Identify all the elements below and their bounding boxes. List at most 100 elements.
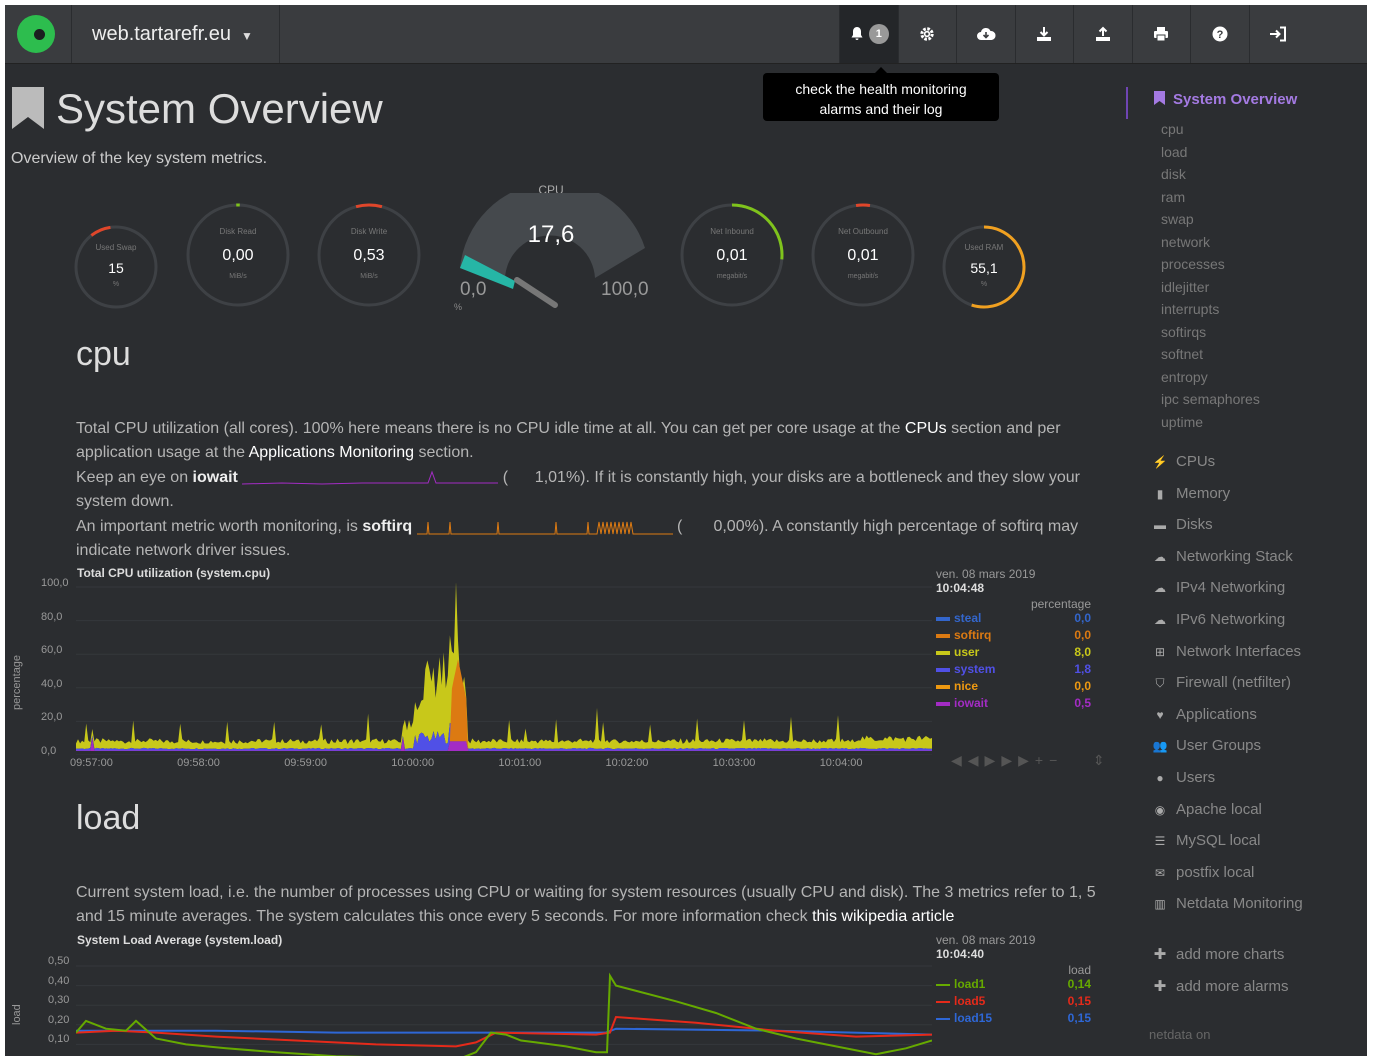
hostname-dropdown[interactable]: web.tartarefr.eu ▼ [71,5,280,63]
applications-link[interactable]: Applications Monitoring [249,444,414,461]
zoom-in-icon[interactable]: + [1035,752,1049,768]
load-chart[interactable] [76,945,932,1056]
cloud-icon: ☁ [1154,581,1166,596]
legend-item-steal[interactable]: steal 0,0 [936,611,1091,628]
settings-button[interactable] [897,5,957,63]
sidebar-subitem-swap[interactable]: swap [1161,211,1194,227]
sidebar-item-cpus[interactable]: ⚡ CPUs [1152,453,1216,470]
legend-item-load1[interactable]: load1 0,14 [936,977,1091,994]
sidebar-subitem-load[interactable]: load [1161,144,1187,160]
legend-name: load15 [954,1011,993,1025]
legend-item-user[interactable]: user 8,0 [936,645,1091,662]
x-tick-label: 09:59:00 [284,757,328,769]
legend-value: 0,0 [1074,611,1091,625]
sidebar-subitem-ipc-semaphores[interactable]: ipc semaphores [1161,391,1260,407]
sign-in-button[interactable] [1248,5,1308,63]
x-tick-label: 10:04:00 [819,757,863,769]
sidebar-subitem-interrupts[interactable]: interrupts [1161,301,1219,317]
sidebar-item-label: CPUs [1176,453,1216,470]
sidebar-item-networking-stack[interactable]: ☁ Networking Stack [1152,548,1293,565]
x-tick-label: 10:00:00 [391,757,435,769]
alarms-button[interactable]: 1 [839,5,898,63]
y-tick-label: 20,0 [41,711,63,724]
import-button[interactable] [1014,5,1074,63]
database-icon: ☰ [1154,834,1166,849]
y-tick-label: 60,0 [41,644,63,657]
y-tick-label: 100,0 [41,577,69,589]
sidebar-item-memory[interactable]: ▮ Memory [1152,485,1230,502]
sidebar-item-system-overview[interactable]: System Overview [1154,91,1297,108]
gauge-unit: % [112,281,120,288]
sidebar-subitem-ram[interactable]: ram [1161,189,1185,205]
sidebar-item-ipv4-networking[interactable]: ☁ IPv4 Networking [1152,579,1285,596]
x-tick-label: 09:57:00 [70,757,113,769]
sidebar-item-firewall-netfilter[interactable]: ⛉ Firewall (netfilter) [1152,674,1291,691]
rewind-icon[interactable]: ◀◀ [951,752,985,768]
gauge-used-ram: Used RAM 55,1% [940,223,1028,311]
sidebar-item-apache-local[interactable]: ◉ Apache local [1152,801,1262,818]
svg-text:?: ? [1216,29,1223,41]
legend-item-load15[interactable]: load15 0,15 [936,1011,1091,1028]
sidebar-item-mysql-local[interactable]: ☰ MySQL local [1152,832,1261,849]
export-button[interactable] [1073,5,1132,63]
cpu-legend-date: ven. 08 mars 2019 [936,567,1036,581]
legend-item-iowait[interactable]: iowait 0,5 [936,696,1091,713]
iowait-value: 1,01% [534,469,581,486]
legend-item-nice[interactable]: nice 0,0 [936,679,1091,696]
sidebar-subitem-uptime[interactable]: uptime [1161,414,1203,430]
sidebar-item-users[interactable]: ● Users [1152,769,1215,786]
sidebar-subitem-softnet[interactable]: softnet [1161,346,1203,362]
sidebar-item-user-groups[interactable]: 👥 User Groups [1152,737,1262,754]
sidebar-subitem-entropy[interactable]: entropy [1161,369,1208,385]
sidebar-item-postfix-local[interactable]: ✉ postfix local [1152,864,1254,881]
sidebar-subitem-disk[interactable]: disk [1161,166,1186,182]
sidebar-subitem-processes[interactable]: processes [1161,256,1225,272]
zoom-out-icon[interactable]: − [1049,752,1063,768]
add-more-charts-link[interactable]: ✚ add more charts [1152,945,1285,963]
legend-swatch [936,1017,950,1020]
gauge-disk-read: Disk Read 0,00 MiB/s [184,201,292,309]
cpu-desc-text: Total CPU utilization (all cores). 100% … [76,420,905,437]
cloud-sync-button[interactable] [956,5,1015,63]
heartbeat-icon: ♥ [1156,707,1164,722]
legend-item-system[interactable]: system 1,8 [936,662,1091,679]
sidebar-item-applications[interactable]: ♥ Applications [1152,706,1256,723]
cpus-link[interactable]: CPUs [905,420,947,437]
disk-icon: ▬ [1154,518,1166,533]
cpu-chart[interactable] [76,583,932,755]
x-tick-label: 10:02:00 [605,757,649,769]
netdata-logo[interactable] [17,15,55,53]
sidebar-item-ipv6-networking[interactable]: ☁ IPv6 Networking [1152,611,1285,628]
legend-name: load1 [954,977,986,991]
sidebar-subitem-network[interactable]: network [1161,234,1210,250]
gauge-fill-arc [355,203,383,209]
wikipedia-link[interactable]: this wikipedia article [812,908,954,925]
sidebar-subitem-softirqs[interactable]: softirqs [1161,324,1206,340]
cpu-desc-line1: Total CPU utilization (all cores). 100% … [76,417,1101,465]
cloud-icon: ☁ [1154,549,1166,564]
add-more-alarms-link[interactable]: ✚ add more alarms [1152,977,1289,995]
sidebar-subitem-cpu[interactable]: cpu [1161,121,1184,137]
y-tick-label: 0,0 [41,745,57,757]
sidebar-item-label: Network Interfaces [1176,642,1302,660]
legend-item-load5[interactable]: load5 0,15 [936,994,1091,1011]
sidebar-item-label: Disks [1176,516,1213,534]
dashboard: web.tartarefr.eu ▼ 1 ? check the health … [5,5,1367,1056]
forward-icon[interactable]: ▶▶ [1001,752,1035,768]
legend-name: nice [954,679,979,693]
sidebar-item-disks[interactable]: ▬ Disks [1152,516,1213,533]
alarms-tooltip: check the health monitoring alarms and t… [763,67,999,121]
y-tick-label: 80,0 [41,610,63,623]
resize-icon[interactable]: ⇕ [1093,752,1111,768]
sidebar-item-netdata-monitoring[interactable]: ▥ Netdata Monitoring [1152,895,1302,912]
sidebar-item-network-interfaces[interactable]: ⊞ Network Interfaces [1152,643,1301,660]
sidebar-subitem-idlejitter[interactable]: idlejitter [1161,279,1209,295]
gauge-fill-arc [90,225,111,237]
add-alarms-label: add more alarms [1176,978,1289,995]
play-icon[interactable]: ▶ [985,752,1002,768]
cpu-legend-unit: percentage [1030,597,1091,611]
print-button[interactable] [1131,5,1191,63]
legend-item-softirq[interactable]: softirq 0,0 [936,628,1091,645]
caret-down-icon: ▼ [240,29,253,43]
help-button[interactable]: ? [1190,5,1249,63]
